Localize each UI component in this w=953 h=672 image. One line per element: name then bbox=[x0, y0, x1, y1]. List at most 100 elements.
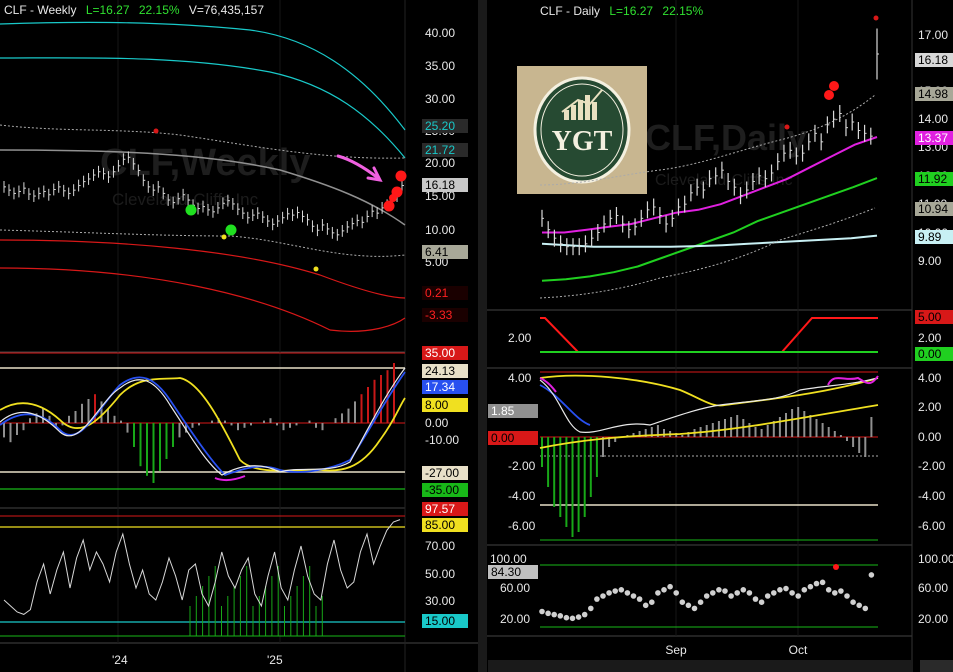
daily-rsi-tick: 60.00 bbox=[500, 581, 530, 595]
daily-rsi-dot bbox=[606, 590, 612, 596]
daily-rsi-dot bbox=[594, 596, 600, 602]
daily-rsi-dot bbox=[807, 583, 814, 590]
daily-price-tick: 17.00 bbox=[918, 28, 948, 42]
daily-rsi-dot bbox=[716, 587, 722, 593]
daily-red-step-line bbox=[540, 317, 878, 353]
weekly-rsi-tick: 30.00 bbox=[425, 594, 455, 608]
daily-rsi-dot bbox=[771, 590, 777, 596]
weekly-osc-tag-label: 35.00 bbox=[425, 346, 455, 360]
weekly-watermark-name: Cleveland-Cliffs Inc bbox=[112, 190, 259, 209]
ygt-logo-text: YGT bbox=[552, 126, 613, 157]
daily-rsi-dot bbox=[600, 593, 606, 599]
daily-rsi-dot bbox=[691, 605, 698, 612]
daily-rsi-dot bbox=[856, 602, 862, 609]
weekly-osc-tag-label: -27.00 bbox=[425, 466, 459, 480]
daily-lower-dotted-band bbox=[539, 207, 876, 299]
weekly-symbol: CLF - Weekly bbox=[4, 3, 76, 17]
weekly-panel[interactable]: CLF,Weekly Cleveland-Cliffs Inc CLF - We… bbox=[0, 0, 478, 672]
weekly-price-tag: 16.18 bbox=[422, 178, 468, 192]
daily-rsi-dot bbox=[563, 614, 570, 621]
panel-divider[interactable] bbox=[478, 0, 487, 672]
weekly-price-tag: 6.41 bbox=[422, 245, 468, 259]
weekly-rsi-axis: 97.57 85.00 15.00 70.00 50.00 30.00 bbox=[422, 502, 468, 628]
daily-rsi-dot bbox=[612, 588, 618, 594]
daily-mid-osc-tick-right: 0.00 bbox=[918, 430, 942, 444]
weekly-osc-axis: 35.00 24.13 17.34 8.00 0.00 -27.00 -35.00 -10.0… bbox=[422, 346, 468, 497]
daily-rsi-dots bbox=[539, 572, 875, 622]
daily-rsi-dot bbox=[642, 602, 649, 609]
daily-top-osc-tag: 0.00 bbox=[915, 347, 953, 361]
daily-mid-osc-tick-right: 2.00 bbox=[918, 400, 942, 414]
daily-rsi-tag: 84.30 bbox=[488, 565, 538, 579]
daily-last: L=16.27 bbox=[609, 4, 653, 18]
weekly-rsi-tag-label: 15.00 bbox=[425, 614, 455, 628]
daily-mid-osc-tick: -6.00 bbox=[508, 519, 536, 533]
daily-rsi-dot bbox=[697, 599, 704, 605]
daily-rsi-dot bbox=[649, 599, 655, 605]
daily-rsi-dot bbox=[685, 602, 692, 609]
weekly-osc-tag: 35.00 bbox=[422, 346, 468, 360]
daily-rsi-dot bbox=[734, 590, 740, 596]
weekly-green-dot-2 bbox=[225, 224, 237, 236]
daily-price-tag: 13.37 bbox=[915, 131, 953, 145]
weekly-price-tick: 40.00 bbox=[425, 26, 455, 40]
daily-rsi-tick: 20.00 bbox=[500, 612, 530, 626]
daily-rsi-dot bbox=[832, 590, 838, 596]
daily-rsi-dot bbox=[844, 593, 850, 599]
daily-rsi-tick-right: 100.00 bbox=[918, 552, 953, 566]
weekly-price-tag: 25.20 bbox=[422, 119, 468, 133]
weekly-price-axis: 40.0035.0030.0025.0020.0015.0010.005.002… bbox=[422, 26, 468, 322]
daily-rsi-dot bbox=[569, 615, 576, 622]
daily-rsi-dot bbox=[636, 596, 643, 602]
daily-red-dot-3 bbox=[873, 15, 879, 21]
weekly-price-tag: 0.21 bbox=[422, 286, 468, 300]
weekly-upper-cyan-band bbox=[0, 21, 406, 131]
weekly-osc-tag-label: 0.00 bbox=[425, 416, 449, 430]
daily-mid-osc-tag-label: 0.00 bbox=[491, 431, 515, 445]
daily-rsi-dot bbox=[838, 588, 844, 594]
daily-rsi-dot bbox=[661, 587, 667, 593]
daily-rsi-dot bbox=[630, 593, 637, 599]
weekly-x-label: '25 bbox=[267, 653, 283, 667]
horizontal-scrollbar[interactable] bbox=[488, 660, 912, 672]
daily-mid-osc-tick: -4.00 bbox=[508, 489, 536, 503]
weekly-red-band-2 bbox=[0, 267, 406, 332]
daily-rsi-dot bbox=[588, 605, 594, 612]
daily-top-osc-axis: 2.00 2.00 5.00 0.00 bbox=[508, 310, 953, 361]
daily-yellow-fast bbox=[539, 374, 879, 407]
daily-mid-osc-tick-right: -2.00 bbox=[918, 459, 946, 473]
daily-rsi-dot bbox=[551, 611, 557, 618]
daily-price-tag-label: 13.37 bbox=[918, 131, 948, 145]
weekly-red-dot-1 bbox=[383, 200, 395, 212]
daily-x-label: Sep bbox=[665, 643, 687, 657]
daily-rsi-dot bbox=[557, 613, 564, 619]
daily-rsi-dot bbox=[777, 587, 783, 593]
weekly-volume: V=76,435,157 bbox=[189, 3, 264, 17]
weekly-price-tick: 35.00 bbox=[425, 59, 455, 73]
weekly-rsi-tag: 97.57 bbox=[422, 502, 468, 516]
weekly-change: 22.15% bbox=[139, 3, 180, 17]
weekly-red-dot-4 bbox=[389, 194, 397, 202]
weekly-price-tag-label: 25.20 bbox=[425, 119, 455, 133]
daily-price-tag: 9.89 bbox=[915, 230, 953, 244]
daily-price-tick: 9.00 bbox=[918, 254, 942, 268]
daily-rsi-dot bbox=[722, 588, 728, 594]
daily-rsi-dot bbox=[679, 599, 686, 605]
daily-rsi-dot bbox=[789, 590, 795, 596]
daily-white-line bbox=[539, 377, 879, 433]
weekly-osc-tag: 8.00 bbox=[422, 398, 468, 412]
daily-rsi-dot bbox=[673, 590, 679, 596]
daily-red-dot-high bbox=[784, 124, 790, 130]
daily-price-tag: 16.18 bbox=[915, 53, 953, 67]
daily-rsi-dot bbox=[795, 593, 801, 599]
daily-mid-osc-tag: 0.00 bbox=[488, 431, 538, 445]
daily-panel[interactable]: CLF,Daily Cleveland-Cliffs Inc CLF - Dai… bbox=[487, 0, 953, 672]
daily-rsi-dot bbox=[819, 579, 826, 586]
weekly-osc-tag: -35.00 bbox=[422, 483, 468, 497]
daily-red-dot-1 bbox=[824, 90, 834, 100]
daily-mid-osc-tick: 4.00 bbox=[508, 371, 532, 385]
weekly-price-tag-label: -3.33 bbox=[425, 308, 453, 322]
daily-rsi-dot bbox=[710, 590, 716, 596]
daily-price-tag-label: 14.98 bbox=[918, 87, 948, 101]
scrollbar-thumb[interactable] bbox=[920, 660, 953, 672]
